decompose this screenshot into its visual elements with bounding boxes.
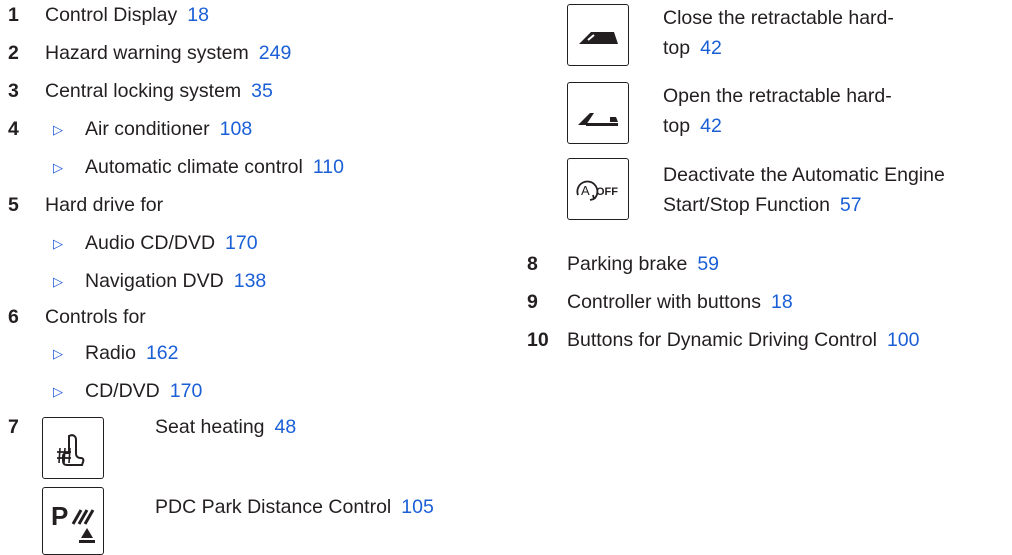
item-number: 4 <box>8 118 19 140</box>
bullet-triangle-icon: ▷ <box>53 346 63 361</box>
item-label: Controller with buttons <box>567 291 762 313</box>
icon-description: Close the retractable hard- top 42 <box>663 3 894 63</box>
item-label: Radio <box>85 342 136 364</box>
item-label: Open the retractable hard- <box>663 85 892 107</box>
page-link[interactable]: 18 <box>771 291 793 313</box>
item-label-cont: top <box>663 37 691 59</box>
page-link[interactable]: 105 <box>401 496 434 518</box>
svg-text:P: P <box>51 501 68 531</box>
bullet-triangle-icon: ▷ <box>53 160 63 175</box>
item-label: Control Display <box>45 4 178 26</box>
open-hardtop-icon <box>567 82 629 144</box>
item-label: Hard drive for <box>45 194 164 216</box>
page-link[interactable]: 162 <box>146 342 179 364</box>
bullet-triangle-icon: ▷ <box>53 122 63 137</box>
item-label: Deactivate the Automatic Engine <box>663 164 945 186</box>
page-link[interactable]: 42 <box>700 115 722 137</box>
item-number: 8 <box>527 253 538 275</box>
bullet-triangle-icon: ▷ <box>53 274 63 289</box>
item-label: Parking brake <box>567 253 688 275</box>
item-number: 5 <box>8 194 19 216</box>
item-label: Close the retractable hard- <box>663 7 894 29</box>
item-label: Buttons for Dynamic Driving Control <box>567 329 877 351</box>
page-link[interactable]: 57 <box>840 194 862 216</box>
item-label: Central locking system <box>45 80 242 102</box>
seat-heating-icon <box>42 417 104 479</box>
page-link[interactable]: 110 <box>313 156 344 178</box>
icon-letter: A <box>581 183 590 198</box>
item-label: Navigation DVD <box>85 270 224 292</box>
item-number: 7 <box>8 416 19 438</box>
item-number: 3 <box>8 80 19 102</box>
item-label: Audio CD/DVD <box>85 232 216 254</box>
page-link[interactable]: 35 <box>251 80 273 102</box>
page-link[interactable]: 170 <box>225 232 258 254</box>
page-link[interactable]: 108 <box>220 118 253 140</box>
item-label: Air conditioner <box>85 118 210 140</box>
item-label: Hazard warning system <box>45 42 249 64</box>
icon-description: Seat heating 48 <box>155 412 296 442</box>
icon-description: Deactivate the Automatic Engine Start/St… <box>663 160 945 220</box>
item-label-cont: Start/Stop Function <box>663 194 830 216</box>
pdc-park-distance-icon: P <box>42 487 104 555</box>
item-number: 2 <box>8 42 19 64</box>
page-link[interactable]: 18 <box>187 4 209 26</box>
auto-start-stop-off-icon: A OFF <box>567 158 629 220</box>
close-hardtop-icon <box>567 4 629 66</box>
item-label: Seat heating <box>155 416 265 438</box>
item-label: CD/DVD <box>85 380 160 402</box>
item-number: 1 <box>8 4 19 26</box>
page-link[interactable]: 42 <box>700 37 722 59</box>
page-link[interactable]: 170 <box>170 380 203 402</box>
item-number: 6 <box>8 306 19 328</box>
page-link[interactable]: 48 <box>275 416 297 438</box>
item-label: PDC Park Distance Control <box>155 496 392 518</box>
page-link[interactable]: 100 <box>887 329 920 351</box>
item-label: Automatic climate control <box>85 156 303 178</box>
page-link[interactable]: 138 <box>234 270 267 292</box>
item-number: 9 <box>527 291 538 313</box>
icon-description: PDC Park Distance Control 105 <box>155 492 434 522</box>
bullet-triangle-icon: ▷ <box>53 384 63 399</box>
item-label-cont: top <box>663 115 691 137</box>
item-number: 10 <box>527 329 549 351</box>
icon-description: Open the retractable hard- top 42 <box>663 81 892 141</box>
bullet-triangle-icon: ▷ <box>53 236 63 251</box>
page-link[interactable]: 59 <box>697 253 719 275</box>
page-link[interactable]: 249 <box>259 42 292 64</box>
item-label: Controls for <box>45 306 146 328</box>
icon-off-text: OFF <box>596 186 618 198</box>
